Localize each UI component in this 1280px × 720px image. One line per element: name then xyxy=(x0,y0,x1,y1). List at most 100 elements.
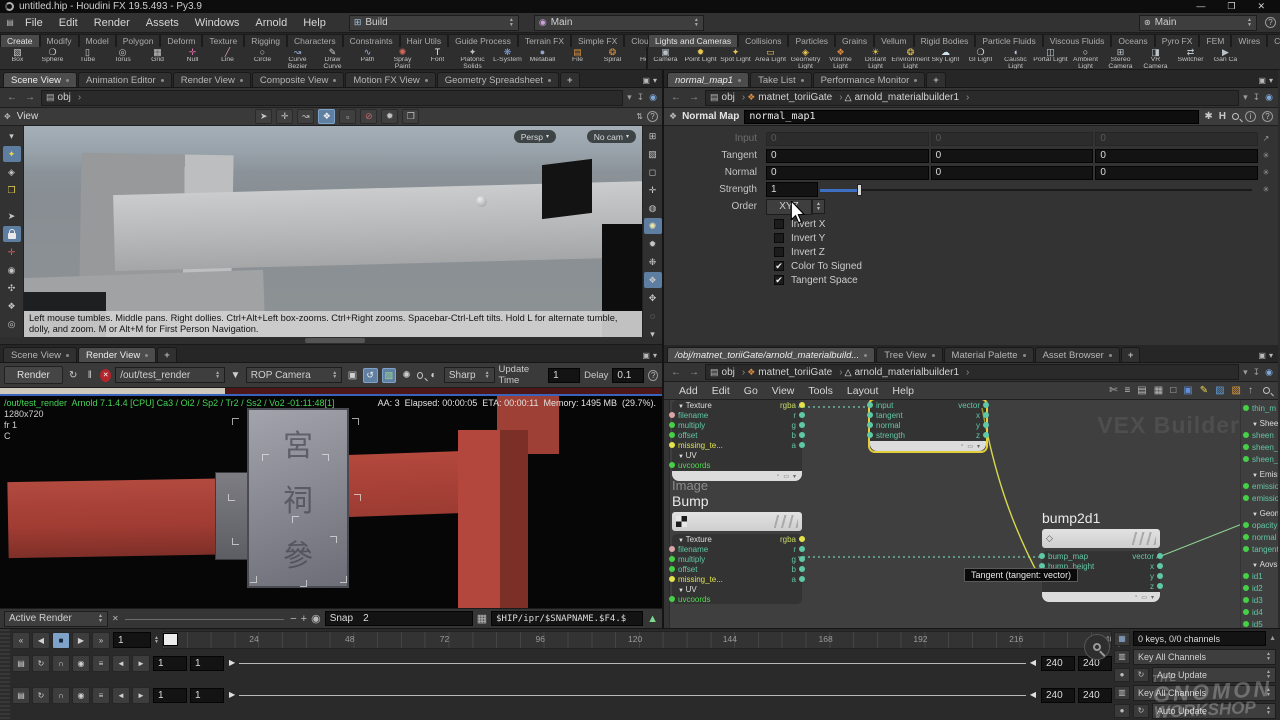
key-mode-icon[interactable]: ▥ xyxy=(1114,650,1130,664)
input-port-dot[interactable] xyxy=(1039,583,1045,589)
link-icon[interactable]: ◉ xyxy=(649,92,657,103)
input-port-dot[interactable] xyxy=(1243,456,1249,462)
surface-input-row[interactable]: id4 xyxy=(1241,606,1278,618)
checkbox[interactable]: ✔ xyxy=(774,261,784,271)
geometry-display-icon[interactable]: ❒ xyxy=(3,182,21,198)
node-param-row[interactable]: offset b xyxy=(672,564,802,574)
back-icon[interactable]: ← xyxy=(669,367,683,378)
shelf-tool[interactable]: ✺ Spray Paint xyxy=(385,47,420,69)
shelf-tool[interactable]: ▶ Gan Ca xyxy=(1208,47,1243,64)
input-port-dot[interactable] xyxy=(1243,522,1249,528)
input-port-dot[interactable] xyxy=(669,462,675,468)
network-menu-item[interactable]: Edit xyxy=(705,385,737,397)
surface-input-row[interactable]: sheen_r xyxy=(1241,453,1278,465)
output-port-dot[interactable] xyxy=(983,402,989,408)
re-render-icon[interactable]: ↻ xyxy=(67,370,80,381)
link-icon[interactable]: ◉ xyxy=(1265,92,1273,103)
pane-tab[interactable]: Motion FX View xyxy=(345,72,435,87)
close-button[interactable]: ✕ xyxy=(1257,1,1265,12)
refresh-icon[interactable]: ↻ xyxy=(1133,704,1149,718)
node-param-row[interactable]: input vector xyxy=(870,400,986,410)
output-port-dot[interactable] xyxy=(1157,563,1163,569)
shelf-tool[interactable]: ● Metaball xyxy=(525,47,560,64)
pose-tool-icon[interactable]: ◎ xyxy=(3,316,21,332)
network-path[interactable]: ▤ obj ❖ matnet_toriiGate △ arnold_materi… xyxy=(705,364,1239,380)
layout-icon[interactable]: ⊞ xyxy=(644,128,662,144)
input-port-dot[interactable] xyxy=(669,452,675,458)
surface-input-row[interactable]: id2 xyxy=(1241,582,1278,594)
snapshot-icon[interactable]: ▣ xyxy=(346,370,359,381)
input-port-dot[interactable] xyxy=(1243,444,1249,450)
node-param-row[interactable]: filename r xyxy=(672,410,802,420)
node-param-row[interactable]: UV xyxy=(672,450,802,460)
scale-tool-icon[interactable]: ✣ xyxy=(3,280,21,296)
checkbox[interactable] xyxy=(774,219,784,229)
shelf-tool[interactable]: ⇄ Switcher xyxy=(1173,47,1208,64)
realtime-toggle-button[interactable]: ↻ xyxy=(32,687,50,704)
surface-input-row[interactable]: opacity xyxy=(1241,519,1278,531)
input-port-dot[interactable] xyxy=(1243,546,1249,552)
order-spinner[interactable]: ▲▼ xyxy=(812,199,825,214)
path-crumb[interactable]: ▤ obj xyxy=(46,92,81,103)
right-scene-select[interactable]: ⊛ Main ▲▼ xyxy=(1139,15,1257,31)
record-button[interactable]: ◉ xyxy=(72,687,90,704)
input-port-dot[interactable] xyxy=(1243,405,1249,411)
ipr-toggle-icon[interactable]: ↺ xyxy=(363,368,378,383)
next-key-button[interactable]: ► xyxy=(132,687,150,704)
render-image[interactable]: 宮祠參 /out/test_render Arnold 7.1.4.4 [CPU… xyxy=(0,396,662,608)
shelf-tool[interactable]: ▭ Area Light xyxy=(753,47,788,64)
input-port-dot[interactable] xyxy=(669,432,675,438)
output-port-dot[interactable] xyxy=(799,546,805,552)
right-scene-spinner[interactable]: ▲▼ xyxy=(1247,18,1252,27)
record-button[interactable]: ◉ xyxy=(72,655,90,672)
surface-input-row[interactable]: normal xyxy=(1241,531,1278,543)
output-port-dot[interactable] xyxy=(983,432,989,438)
input-port-dot[interactable] xyxy=(669,596,675,602)
render-view[interactable]: 宮祠參 /out/test_render Arnold 7.1.4.4 [CPU… xyxy=(0,388,662,608)
shelf-tab[interactable]: Characters xyxy=(287,34,343,47)
list-icon[interactable]: ▤ xyxy=(1137,385,1146,396)
shelf-tool[interactable]: ✦ Spot Light xyxy=(718,47,753,64)
playbar-grip[interactable] xyxy=(0,629,10,720)
path-crumb[interactable]: ❖ matnet_toriiGate xyxy=(747,92,842,103)
pane-tab[interactable]: + xyxy=(926,72,946,87)
param-field-y[interactable]: 0 xyxy=(931,166,1094,180)
node-flags[interactable] xyxy=(772,515,798,528)
path-crumb[interactable]: ❖ matnet_toriiGate xyxy=(747,367,842,378)
play-button[interactable]: ▶ xyxy=(72,632,90,649)
output-port-dot[interactable] xyxy=(799,556,805,562)
input-port-dot[interactable] xyxy=(669,442,675,448)
shelf-tab[interactable]: Terrain FX xyxy=(518,34,571,47)
surface-node-inputs[interactable]: thin_m Sheen sheen sheen_c sheen xyxy=(1240,400,1278,628)
swap-view-icon[interactable]: ⇅ xyxy=(636,111,643,122)
export-icon[interactable]: ▲ xyxy=(647,613,658,625)
input-port-dot[interactable] xyxy=(1243,420,1249,426)
network-menu-item[interactable]: Help xyxy=(885,385,921,397)
current-frame-field[interactable]: 1 xyxy=(113,632,151,648)
range-start-field[interactable]: 1 xyxy=(153,656,187,671)
pane-tab[interactable]: Scene View xyxy=(3,72,77,87)
surface-input-row[interactable]: tangent xyxy=(1241,543,1278,555)
pane-tab[interactable]: Render View xyxy=(78,347,156,362)
output-port-dot[interactable] xyxy=(1157,573,1163,579)
pane-tab[interactable]: /obj/matnet_toriiGate/arnold_materialbui… xyxy=(667,347,875,362)
shelf-tab[interactable]: Model xyxy=(79,34,116,47)
surface-input-row[interactable]: id3 xyxy=(1241,594,1278,606)
path-crumb[interactable]: △ arnold_materialbuilder1 xyxy=(845,367,970,378)
tree-icon[interactable]: ≡ xyxy=(1124,385,1130,396)
shelf-tool[interactable]: ▣ Camera xyxy=(648,47,683,64)
network-menu-item[interactable]: View xyxy=(765,385,802,397)
objects-display-icon[interactable]: ◈ xyxy=(3,164,21,180)
save-snapshot-icon[interactable]: ▦ xyxy=(477,612,487,625)
prev-key-button[interactable]: ◄ xyxy=(112,655,130,672)
magnify-icon[interactable] xyxy=(417,372,423,379)
pane-chevron-icon[interactable]: ▾ xyxy=(653,351,657,360)
shelf-tab[interactable]: Cloud FX xyxy=(624,34,648,47)
sim-view-icon[interactable]: ❖ xyxy=(318,109,335,124)
memory-icon[interactable]: ● xyxy=(1114,668,1130,682)
pane-tab[interactable]: Scene View xyxy=(3,347,77,362)
pane-menu-icon[interactable]: ▣ xyxy=(642,76,650,85)
headlight-icon[interactable]: ✹ xyxy=(644,236,662,252)
input-port-dot[interactable] xyxy=(669,422,675,428)
playbar-options-button[interactable]: ≡ xyxy=(92,655,110,672)
